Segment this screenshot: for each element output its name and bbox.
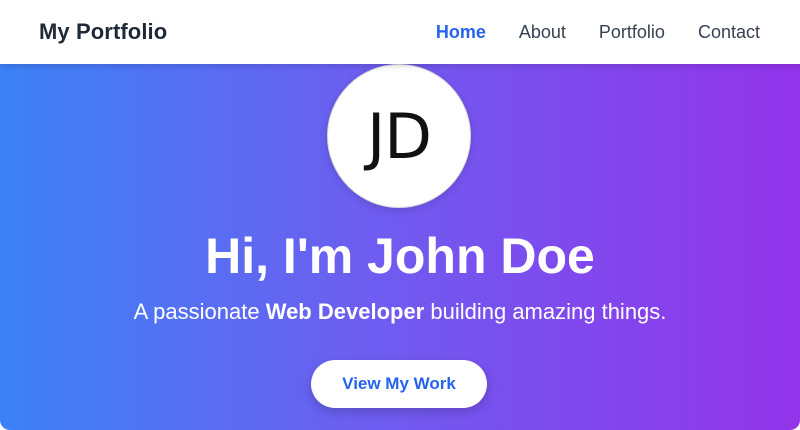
view-my-work-button[interactable]: View My Work — [311, 360, 487, 408]
nav-link-home[interactable]: Home — [436, 22, 486, 43]
navbar: My Portfolio Home About Portfolio Contac… — [0, 0, 800, 64]
subtitle-role: Web Developer — [265, 299, 425, 324]
nav-links: Home About Portfolio Contact — [436, 22, 760, 43]
subtitle-prefix: A passionate — [133, 299, 266, 324]
hero-title: Hi, I'm John Doe — [205, 228, 595, 284]
nav-link-contact[interactable]: Contact — [698, 22, 760, 43]
nav-link-portfolio[interactable]: Portfolio — [599, 22, 665, 43]
subtitle-suffix: building amazing things. — [424, 299, 667, 324]
avatar-initials: JD — [366, 99, 432, 173]
brand-logo-link[interactable]: My Portfolio — [39, 19, 167, 45]
nav-link-about[interactable]: About — [519, 22, 566, 43]
hero-subtitle: A passionate Web Developer building amaz… — [0, 296, 800, 328]
avatar: JD — [327, 64, 471, 208]
